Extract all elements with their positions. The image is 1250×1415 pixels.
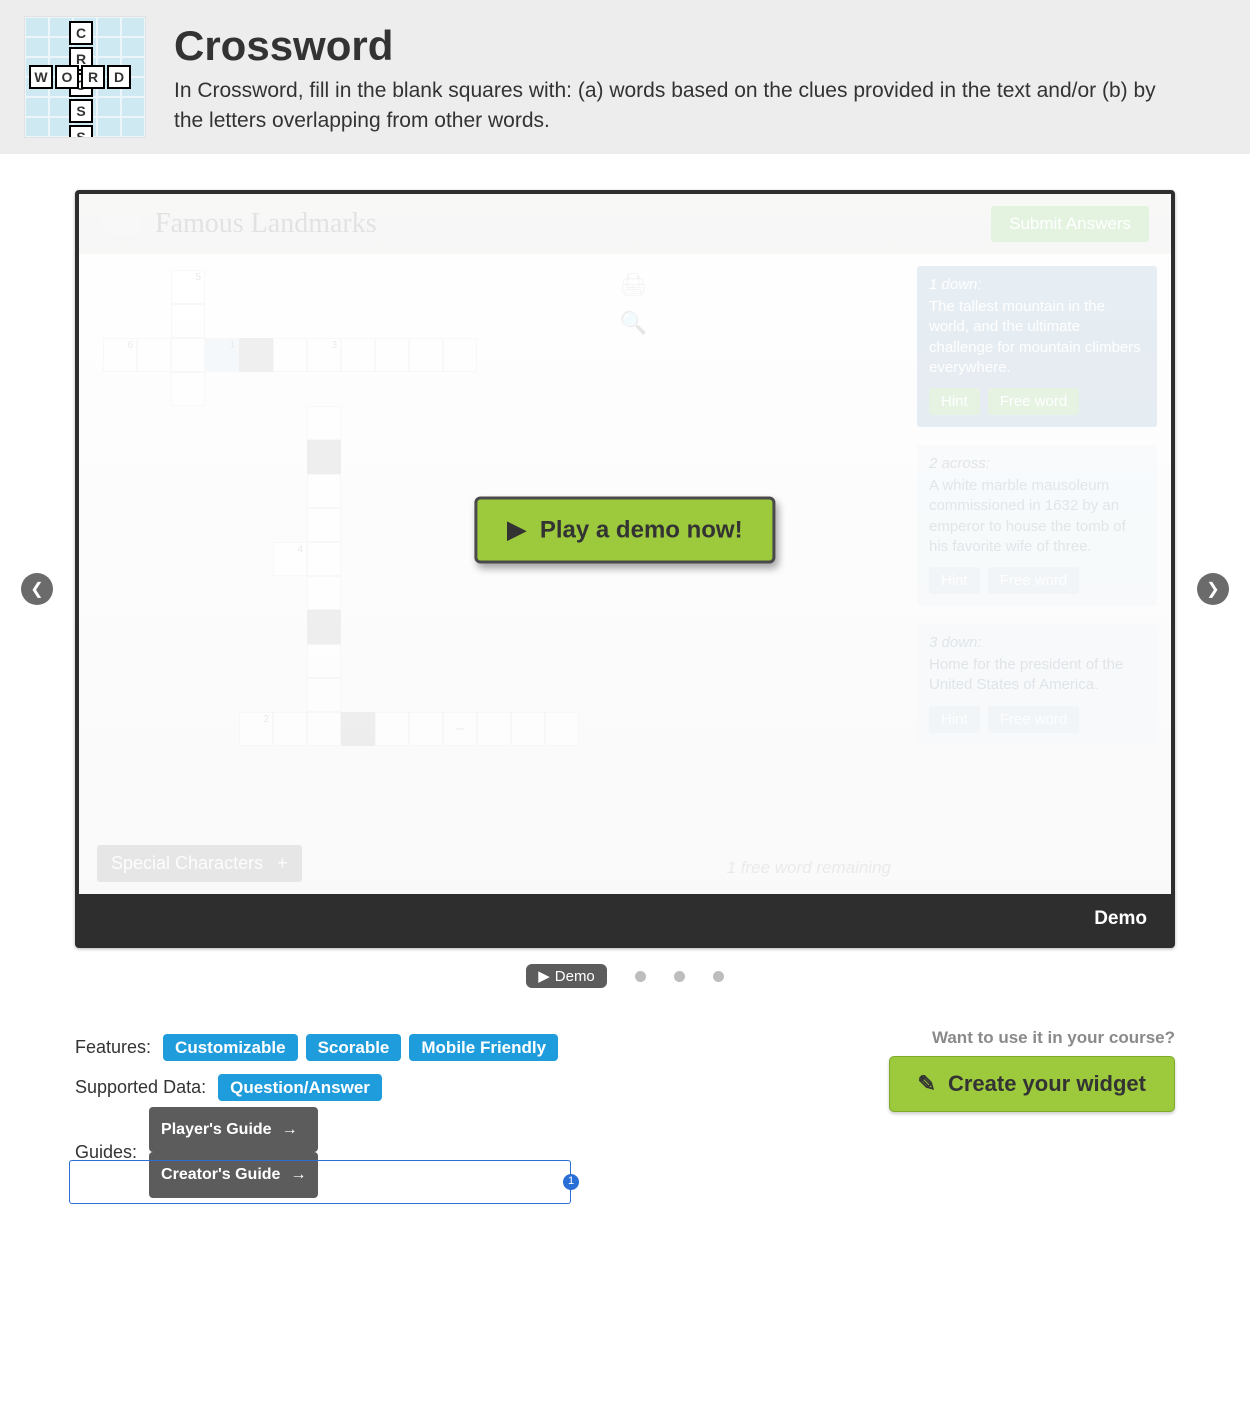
carousel-dot[interactable]: [713, 971, 724, 982]
guides-row: Guides: Player's Guide →Creator's Guide …: [75, 1107, 566, 1197]
carousel-dot[interactable]: [635, 971, 646, 982]
supported-data-row: Supported Data: Question/Answer: [75, 1068, 566, 1108]
carousel-demo-chip[interactable]: ▶Demo: [526, 964, 607, 988]
supported-data-label: Supported Data:: [75, 1068, 206, 1108]
feature-tag: Scorable: [306, 1034, 402, 1061]
create-widget-button[interactable]: ✎ Create your widget: [889, 1056, 1175, 1112]
carousel-dot[interactable]: [674, 971, 685, 982]
feature-tag: Customizable: [163, 1034, 298, 1061]
guide-link[interactable]: Creator's Guide →: [149, 1152, 318, 1197]
data-tag: Question/Answer: [218, 1074, 382, 1101]
guides-label: Guides:: [75, 1133, 137, 1173]
page-title: Crossword: [174, 22, 1160, 70]
play-demo-button[interactable]: ▶ Play a demo now!: [474, 497, 775, 564]
page-description: In Crossword, fill in the blank squares …: [174, 76, 1160, 137]
guide-link[interactable]: Player's Guide →: [149, 1107, 318, 1152]
carousel-dots: ▶Demo: [75, 964, 1175, 988]
meta-section: Features: Customizable Scorable Mobile Fri…: [75, 1028, 1175, 1198]
pencil-icon: ✎: [918, 1071, 936, 1097]
arrow-right-icon: →: [290, 1157, 306, 1192]
page-header: CROSS WORD Crossword In Crossword, fill …: [0, 0, 1250, 154]
demo-caption: Demo: [79, 894, 1171, 944]
prev-arrow[interactable]: ❮: [21, 573, 53, 605]
next-arrow[interactable]: ❯: [1197, 573, 1229, 605]
demo-stage: ❮ ❯ Famous Landmarks Submit Answers 🖨 🔍 …: [75, 190, 1175, 988]
feature-tag: Mobile Friendly: [409, 1034, 558, 1061]
arrow-right-icon: →: [282, 1112, 298, 1147]
features-row: Features: Customizable Scorable Mobile Fri…: [75, 1028, 566, 1068]
play-icon: ▶: [507, 516, 525, 545]
cta-question: Want to use it in your course?: [889, 1028, 1175, 1048]
features-label: Features:: [75, 1028, 151, 1068]
demo-frame: Famous Landmarks Submit Answers 🖨 🔍 Spec…: [75, 190, 1175, 948]
play-icon: ▶: [538, 967, 550, 985]
crossword-logo: CROSS WORD: [24, 16, 146, 138]
